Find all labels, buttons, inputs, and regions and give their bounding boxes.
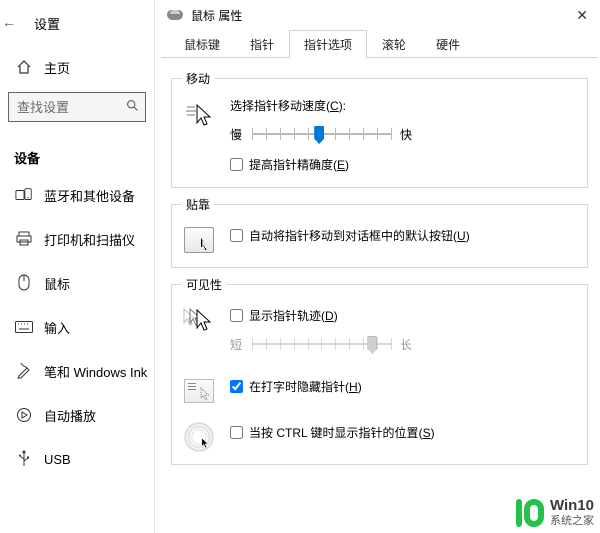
pointer-speed-label: 选择指针移动速度(C): (230, 97, 577, 114)
dialog-title: 鼠标 属性 (191, 7, 242, 24)
tab-pointer-options[interactable]: 指针选项 (289, 30, 367, 59)
snap-to-input[interactable] (230, 229, 243, 242)
dialog-body: 移动 选择指针移动速度(C): 慢 (159, 58, 600, 477)
hide-pointer-typing-label: 在打字时隐藏指针(H) (249, 378, 362, 395)
settings-sidebar: ← 设置 主页 设备 蓝牙和其他设备 打印机和扫描仪 鼠标 (0, 0, 155, 533)
enhance-precision-input[interactable] (230, 158, 243, 171)
pointer-speed-slider[interactable]: 慢 快 (230, 124, 577, 144)
sidebar-item-label: 笔和 Windows Ink (44, 362, 147, 381)
tab-wheel[interactable]: 滚轮 (367, 30, 421, 58)
trail-short-label: 短 (230, 336, 244, 353)
sidebar-item-label: 自动播放 (44, 406, 96, 425)
keyboard-icon (14, 321, 34, 333)
sidebar-item-typing[interactable]: 输入 (0, 305, 154, 349)
pointer-trail-icon (182, 303, 216, 337)
sidebar-item-label: USB (44, 452, 71, 467)
ctrl-locate-label: 当按 CTRL 键时显示指针的位置(S) (249, 424, 435, 441)
pen-icon (14, 363, 34, 379)
snap-to-checkbox[interactable]: 自动将指针移动到对话框中的默认按钮(U) (230, 227, 577, 244)
sidebar-item-label: 主页 (44, 58, 70, 77)
back-icon[interactable]: ← (0, 14, 16, 30)
pointer-trail-slider: 短 长 (230, 334, 577, 354)
section-devices-header: 设备 (0, 140, 154, 173)
pointer-trail-thumb (367, 336, 377, 354)
pointer-trail-label: 显示指针轨迹(D) (249, 307, 338, 324)
pointer-trail-checkbox[interactable]: 显示指针轨迹(D) (230, 307, 577, 324)
sidebar-item-label: 鼠标 (44, 274, 70, 293)
mouse-icon (14, 274, 34, 292)
group-visibility-legend: 可见性 (182, 276, 226, 293)
mouse-device-icon (167, 10, 183, 20)
tab-pointers[interactable]: 指针 (235, 30, 289, 58)
ctrl-locate-checkbox[interactable]: 当按 CTRL 键时显示指针的位置(S) (230, 424, 577, 441)
hide-pointer-typing-checkbox[interactable]: 在打字时隐藏指针(H) (230, 378, 577, 395)
group-snap: 贴靠 自动将指针移动到对话框中的默认按钮(U) (171, 196, 588, 268)
sidebar-item-printers[interactable]: 打印机和扫描仪 (0, 217, 154, 261)
watermark: Win10 系统之家 (516, 498, 594, 527)
pointer-speed-icon (182, 97, 216, 131)
search-box[interactable] (8, 92, 146, 122)
mouse-properties-dialog: 鼠标 属性 ✕ 鼠标键 指针 指针选项 滚轮 硬件 移动 (159, 0, 600, 533)
usb-icon (14, 450, 34, 468)
settings-header: ← 设置 (0, 0, 154, 46)
watermark-line1: Win10 (550, 498, 594, 515)
close-icon[interactable]: ✕ (572, 7, 592, 24)
sidebar-item-label: 打印机和扫描仪 (44, 230, 135, 249)
enhance-precision-label: 提高指针精确度(E) (249, 156, 349, 173)
trail-long-label: 长 (400, 336, 414, 353)
slider-fast-label: 快 (400, 126, 414, 143)
slider-slow-label: 慢 (230, 126, 244, 143)
autoplay-icon (14, 407, 34, 423)
home-icon (14, 59, 34, 75)
sidebar-item-mouse[interactable]: 鼠标 (0, 261, 154, 305)
search-icon (126, 99, 139, 115)
ctrl-locate-icon (182, 420, 216, 454)
dialog-tabs: 鼠标键 指针 指针选项 滚轮 硬件 (159, 30, 600, 58)
sidebar-item-pen[interactable]: 笔和 Windows Ink (0, 349, 154, 393)
pointer-trail-input[interactable] (230, 309, 243, 322)
snap-to-label: 自动将指针移动到对话框中的默认按钮(U) (249, 227, 470, 244)
watermark-text: Win10 系统之家 (550, 498, 594, 527)
sidebar-item-label: 输入 (44, 318, 70, 337)
sidebar-item-home[interactable]: 主页 (0, 46, 154, 88)
hide-pointer-typing-input[interactable] (230, 380, 243, 393)
sidebar-item-autoplay[interactable]: 自动播放 (0, 393, 154, 437)
group-motion: 移动 选择指针移动速度(C): 慢 (171, 70, 588, 188)
search-input[interactable] (15, 99, 122, 116)
watermark-line2: 系统之家 (550, 515, 594, 527)
bluetooth-devices-icon (14, 187, 34, 203)
sidebar-item-usb[interactable]: USB (0, 437, 154, 481)
watermark-logo-icon (516, 499, 544, 527)
sidebar-item-label: 蓝牙和其他设备 (44, 186, 135, 205)
ctrl-locate-input[interactable] (230, 426, 243, 439)
settings-title: 设置 (34, 14, 60, 33)
group-motion-legend: 移动 (182, 70, 214, 87)
pointer-speed-thumb[interactable] (314, 126, 324, 144)
sidebar-item-bluetooth[interactable]: 蓝牙和其他设备 (0, 173, 154, 217)
printer-icon (14, 231, 34, 247)
group-visibility: 可见性 显示指针轨迹(D) (171, 276, 588, 465)
tab-hardware[interactable]: 硬件 (421, 30, 475, 58)
snap-to-icon (182, 223, 216, 257)
hide-pointer-typing-icon (182, 374, 216, 408)
dialog-titlebar: 鼠标 属性 ✕ (159, 0, 600, 30)
tab-buttons[interactable]: 鼠标键 (169, 30, 235, 58)
enhance-precision-checkbox[interactable]: 提高指针精确度(E) (230, 156, 577, 173)
group-snap-legend: 贴靠 (182, 196, 214, 213)
